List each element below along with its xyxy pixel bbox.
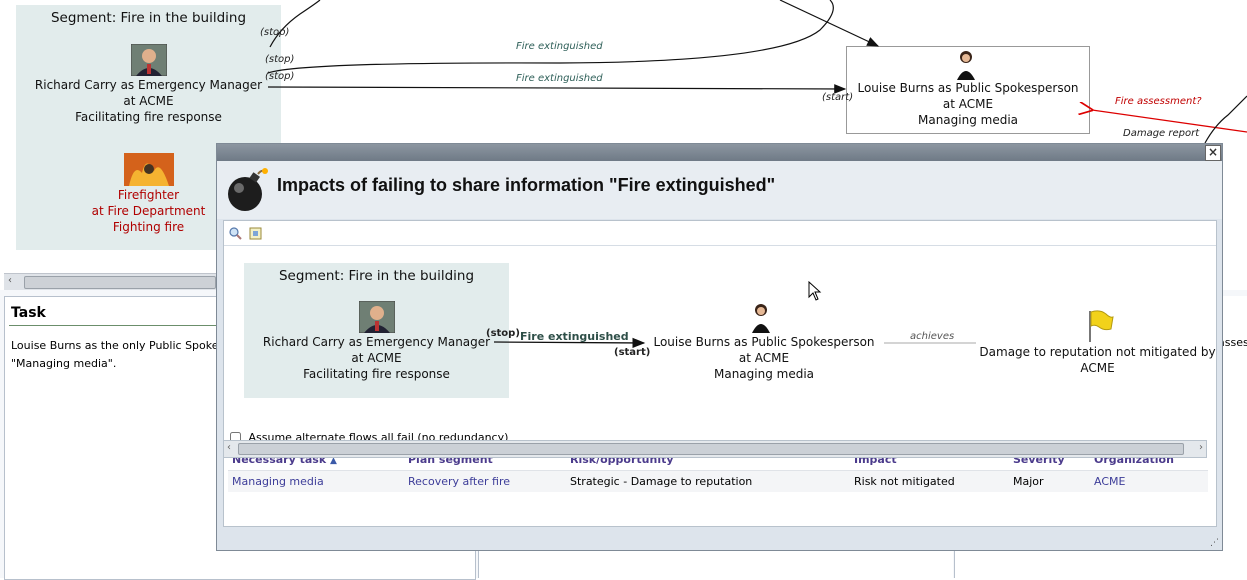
achieves-label: achieves — [910, 331, 955, 342]
table-row: Managing media Recovery after fire Strat… — [228, 470, 1208, 492]
risk-line-1: Damage to reputation not mitigated by — [979, 345, 1216, 359]
dialog-stop-label: (stop) — [486, 328, 520, 339]
scrollbar-thumb[interactable] — [24, 276, 216, 289]
risk-node[interactable]: Damage to reputation not mitigated by AC… — [979, 344, 1216, 376]
cell-severity: Major — [1009, 470, 1090, 492]
dialog-spokesperson-avatar-icon[interactable] — [750, 301, 772, 333]
dialog-horizontal-scrollbar[interactable]: ‹ › — [223, 440, 1207, 458]
cell-task-link[interactable]: Managing media — [228, 470, 404, 492]
dialog-spokes-name: Louise Burns as Public Spokesperson — [653, 335, 875, 349]
stop-label-2: (stop) — [265, 54, 295, 65]
background-flows — [267, 0, 1247, 144]
dialog-flow-lines — [493, 337, 976, 349]
stop-label-1: (stop) — [260, 27, 290, 38]
dialog-spokes-task: Managing media — [713, 367, 815, 381]
flow-label-2[interactable]: Fire extinguished — [516, 73, 603, 84]
cell-impact: Risk not mitigated — [850, 470, 1009, 492]
damage-report-label[interactable]: Damage report — [1123, 128, 1199, 139]
dialog-title: Impacts of failing to share information … — [277, 175, 776, 195]
fire-assessment-label[interactable]: Fire assessment? — [1115, 96, 1202, 107]
scroll-left-icon[interactable]: ‹ — [8, 275, 12, 286]
dialog-header: Impacts of failing to share information … — [217, 161, 1222, 219]
start-label: (start) — [822, 92, 854, 103]
dialog-content: Segment: Fire in the building Richard Ca… — [223, 220, 1217, 527]
risk-line-2: ACME — [1080, 361, 1115, 375]
resize-grip-icon[interactable]: ⋰ — [1210, 538, 1219, 548]
cell-risk: Strategic - Damage to reputation — [566, 470, 850, 492]
dialog-scroll-left-icon[interactable]: ‹ — [227, 442, 231, 453]
impacts-dialog[interactable]: × Impacts of failing to share informatio… — [216, 143, 1223, 551]
close-button[interactable]: × — [1205, 145, 1221, 161]
cell-segment-link[interactable]: Recovery after fire — [404, 470, 566, 492]
flag-icon[interactable] — [1084, 309, 1114, 343]
stop-label-3: (stop) — [265, 71, 295, 82]
firefighter-icon[interactable] — [124, 153, 174, 186]
flow-label-1[interactable]: Fire extinguished — [516, 41, 603, 52]
cell-organization-link[interactable]: ACME — [1090, 470, 1208, 492]
dialog-scrollbar-thumb[interactable] — [238, 443, 1184, 455]
dialog-scroll-right-icon[interactable]: › — [1199, 442, 1203, 453]
dialog-titlebar[interactable]: × — [217, 144, 1222, 161]
bomb-icon — [228, 168, 268, 211]
dialog-flow-label[interactable]: Fire extinguished — [520, 330, 629, 343]
background-horizontal-scrollbar[interactable]: ‹ — [4, 273, 218, 291]
task-title: Task — [11, 305, 46, 321]
mouse-cursor-icon — [808, 281, 822, 301]
dialog-spokesperson-node[interactable]: Louise Burns as Public Spokesperson at A… — [644, 334, 884, 382]
dialog-spokes-org: at ACME — [738, 351, 790, 365]
